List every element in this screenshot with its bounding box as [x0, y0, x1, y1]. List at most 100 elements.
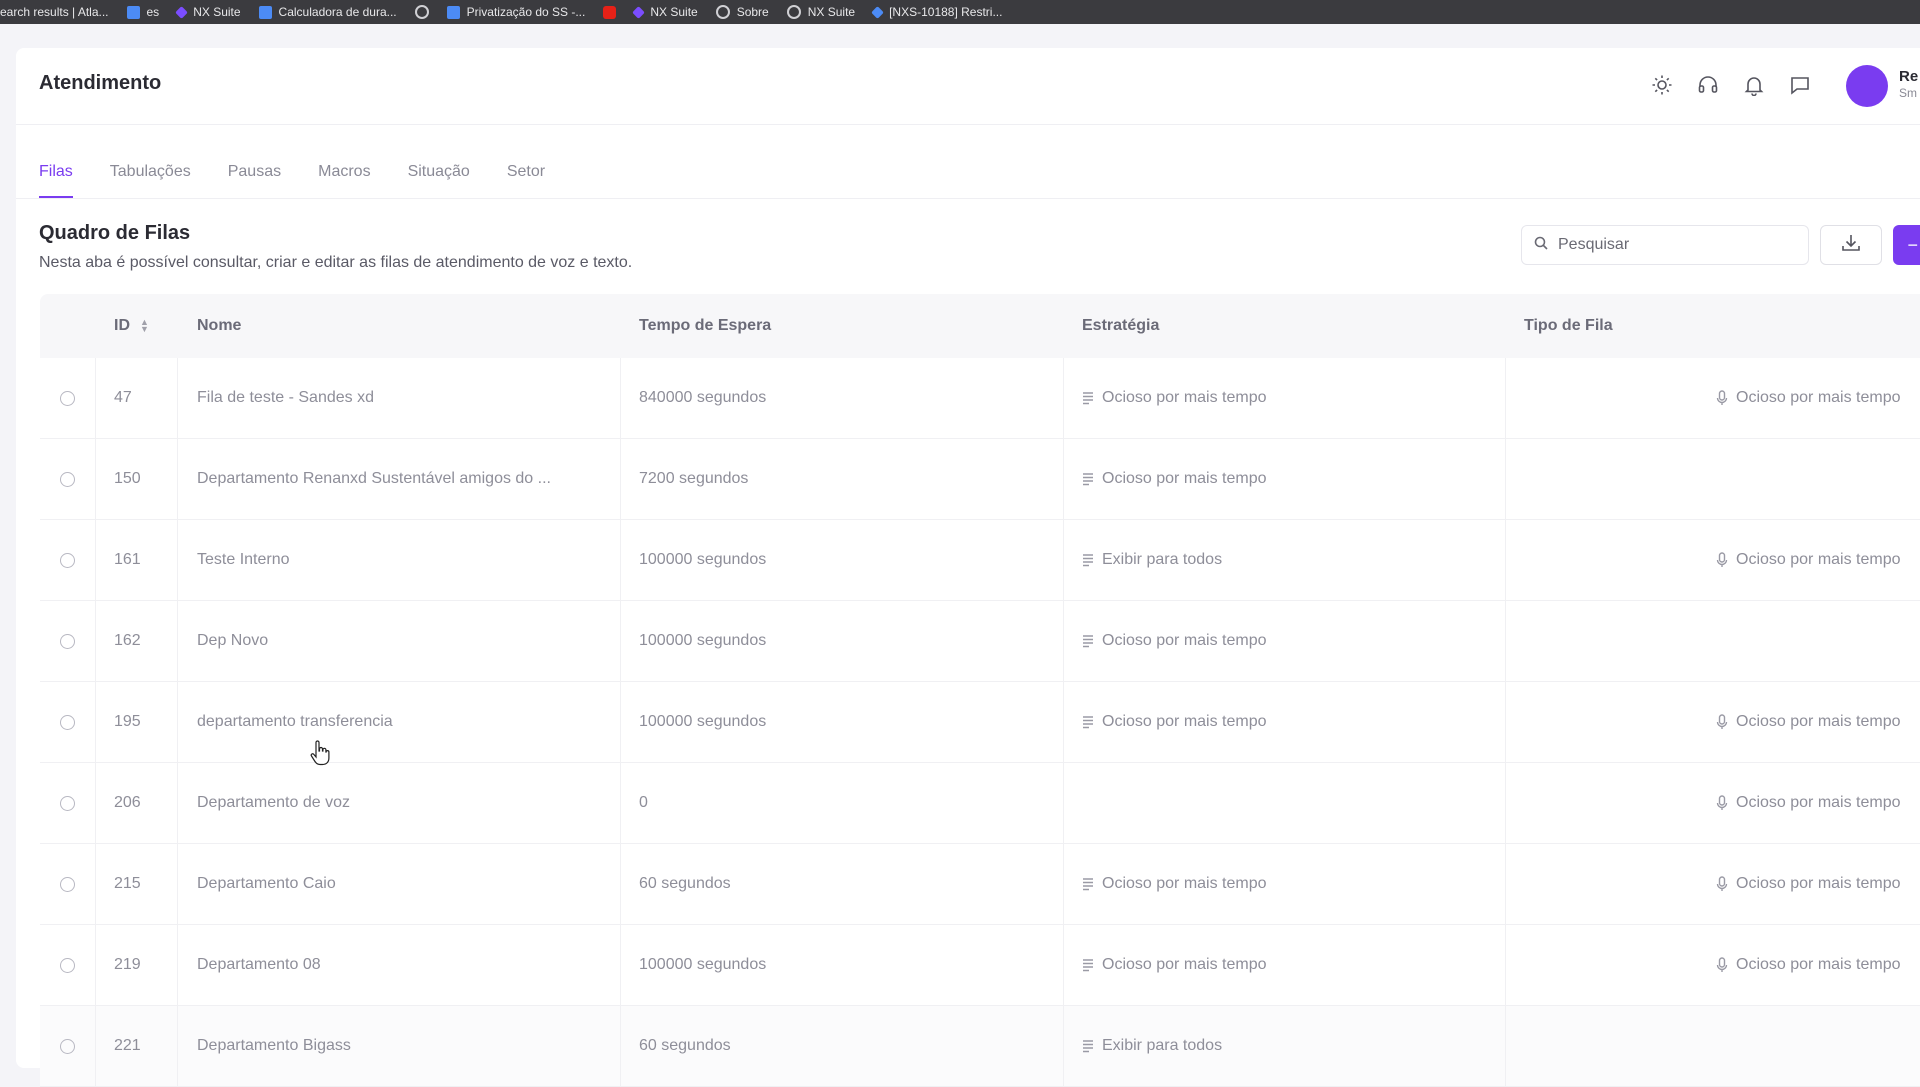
- row-select-radio[interactable]: [60, 876, 75, 892]
- chat-icon[interactable]: [1787, 72, 1813, 98]
- doc-icon: [126, 5, 140, 19]
- bookmark-item[interactable]: NX Suite: [632, 2, 698, 22]
- column-header-id[interactable]: ID: [114, 317, 130, 335]
- main-panel: Atendimento Re Sm Filas Tabulações Pausa…: [16, 48, 1920, 1087]
- cell-tipo: Ocioso por mais tempo: [1736, 389, 1901, 406]
- cell-tipo: Ocioso por mais tempo: [1736, 794, 1901, 811]
- row-select-radio[interactable]: [60, 471, 75, 487]
- search-box[interactable]: [1521, 225, 1809, 265]
- bookmark-item[interactable]: NX Suite: [786, 2, 856, 22]
- cell-estrategia: Ocioso por mais tempo: [1102, 632, 1267, 649]
- download-button[interactable]: [1820, 225, 1882, 265]
- row-select-radio[interactable]: [60, 957, 75, 973]
- bookmark-item[interactable]: [603, 2, 617, 22]
- bookmark-label: [NXS-10188] Restri...: [889, 5, 1003, 19]
- bookmark-item[interactable]: [NXS-10188] Restri...: [871, 2, 1003, 22]
- doc-icon: [446, 5, 460, 19]
- tab-bar: Filas Tabulações Pausas Macros Situação …: [39, 160, 545, 200]
- cell-nome: Departamento de voz: [197, 794, 350, 811]
- bookmark-item[interactable]: NX Suite: [175, 2, 241, 22]
- column-header-tipo: Tipo de Fila: [1524, 317, 1613, 334]
- cell-nome: Fila de teste - Sandes xd: [197, 389, 374, 406]
- cell-id: 47: [114, 389, 132, 406]
- tab-setor[interactable]: Setor: [507, 160, 545, 198]
- cell-id: 221: [114, 1037, 141, 1054]
- user-subtitle: Sm: [1899, 86, 1917, 100]
- row-select-radio[interactable]: [60, 390, 75, 406]
- search-input[interactable]: [1556, 235, 1790, 255]
- column-header-estrategia: Estratégia: [1082, 317, 1160, 334]
- bookmark-item[interactable]: Calculadora de dura...: [258, 2, 397, 22]
- bookmark-item[interactable]: Sobre: [715, 2, 769, 22]
- list-icon: [1082, 877, 1094, 891]
- cell-estrategia: Ocioso por mais tempo: [1102, 470, 1267, 487]
- row-select-radio[interactable]: [60, 552, 75, 568]
- row-select-radio[interactable]: [60, 714, 75, 730]
- cell-nome: Departamento Caio: [197, 875, 336, 892]
- avatar[interactable]: [1846, 65, 1888, 107]
- globe-icon: [715, 5, 730, 19]
- bookmark-item[interactable]: Privatização do SS -...: [446, 2, 586, 22]
- table-body: 47 Fila de teste - Sandes xd 840000 segund…: [40, 358, 1920, 1087]
- search-icon: [1534, 236, 1548, 255]
- table-row[interactable]: 215 Departamento Caio 60 segundos Ocioso po…: [40, 844, 1920, 925]
- table-row[interactable]: 150 Departamento Renanxd Sustentável amig…: [40, 439, 1920, 520]
- headset-icon[interactable]: [1695, 72, 1721, 98]
- tab-macros[interactable]: Macros: [318, 160, 370, 198]
- microphone-icon: [1716, 795, 1728, 811]
- table-row[interactable]: 47 Fila de teste - Sandes xd 840000 segund…: [40, 358, 1920, 439]
- yt-icon: [603, 5, 617, 19]
- row-select-radio[interactable]: [60, 795, 75, 811]
- table-row[interactable]: 161 Teste Interno 100000 segundos Exibir pa…: [40, 520, 1920, 601]
- queues-table: ID ▲ ▼ Nome Tempo de Espera Estratégia Ti…: [40, 294, 1920, 1087]
- download-icon: [1840, 232, 1862, 259]
- cell-nome: Departamento Renanxd Sustentável amigos …: [197, 470, 551, 487]
- bookmark-label: NX Suite: [193, 5, 241, 19]
- add-queue-button[interactable]: −: [1893, 225, 1920, 265]
- bookmark-label: NX Suite: [807, 5, 856, 19]
- bookmarks-bar: earch results | Atla... es NX Suite Calcula…: [0, 0, 1920, 24]
- bookmark-item[interactable]: es: [126, 2, 159, 22]
- table-header: ID ▲ ▼ Nome Tempo de Espera Estratégia Ti…: [40, 294, 1920, 358]
- bookmark-item[interactable]: earch results | Atla...: [0, 2, 109, 22]
- doc-icon: [258, 5, 272, 19]
- bookmark-label: Privatização do SS -...: [466, 5, 586, 19]
- list-icon: [1082, 472, 1094, 486]
- sort-icon[interactable]: ▲ ▼: [140, 318, 149, 334]
- table-row[interactable]: 162 Dep Novo 100000 segundos Ocioso por mai…: [40, 601, 1920, 682]
- cell-id: 219: [114, 956, 141, 973]
- row-select-radio[interactable]: [60, 633, 75, 649]
- tab-tabulacoes[interactable]: Tabulações: [110, 160, 191, 198]
- tab-filas[interactable]: Filas: [39, 160, 73, 198]
- row-select-radio[interactable]: [60, 1038, 75, 1054]
- cell-tempo: 100000 segundos: [639, 551, 767, 568]
- cell-nome: Departamento Bigass: [197, 1037, 351, 1054]
- bookmark-item[interactable]: [414, 2, 429, 22]
- cell-tempo: 0: [639, 794, 648, 811]
- table-row[interactable]: 221 Departamento Bigass 60 segundos Exibir …: [40, 1006, 1920, 1087]
- bookmark-label: Sobre: [736, 5, 769, 19]
- page-title: Atendimento: [39, 72, 162, 94]
- cell-tempo: 60 segundos: [639, 875, 731, 892]
- list-icon: [1082, 553, 1094, 567]
- table-row[interactable]: 206 Departamento de voz 0 Ocioso por mais t…: [40, 763, 1920, 844]
- hand-cursor-icon: [310, 740, 330, 766]
- sun-icon[interactable]: [1649, 72, 1675, 98]
- cell-estrategia: Exibir para todos: [1102, 551, 1223, 568]
- cell-tipo: Ocioso por mais tempo: [1736, 551, 1901, 568]
- cell-tempo: 840000 segundos: [639, 389, 767, 406]
- list-icon: [1082, 391, 1094, 405]
- list-icon: [1082, 1039, 1094, 1053]
- table-row[interactable]: 219 Departamento 08 100000 segundos Ocioso …: [40, 925, 1920, 1006]
- cell-estrategia: Ocioso por mais tempo: [1102, 713, 1267, 730]
- tab-pausas[interactable]: Pausas: [228, 160, 281, 198]
- tab-situacao[interactable]: Situação: [408, 160, 470, 198]
- cell-estrategia: Exibir para todos: [1102, 1037, 1223, 1054]
- cell-tipo: Ocioso por mais tempo: [1736, 713, 1901, 730]
- bell-icon[interactable]: [1741, 72, 1767, 98]
- page-header: Atendimento Re Sm: [16, 48, 1920, 125]
- microphone-icon: [1716, 876, 1728, 892]
- cell-tempo: 100000 segundos: [639, 632, 767, 649]
- globe-icon: [414, 5, 429, 19]
- jira-icon: [871, 5, 884, 19]
